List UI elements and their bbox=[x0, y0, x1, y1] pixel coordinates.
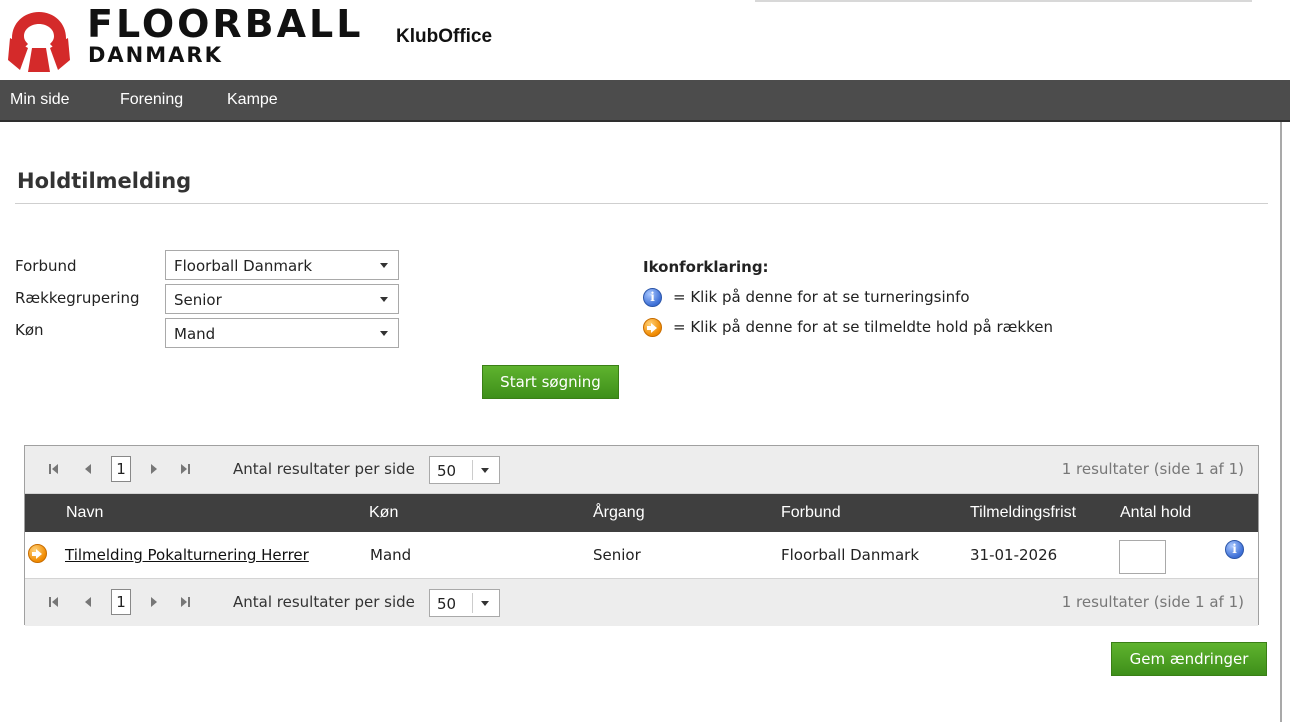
per-page-select[interactable]: 50 bbox=[429, 589, 500, 617]
koen-select[interactable]: Mand bbox=[165, 318, 399, 348]
prev-page-icon[interactable] bbox=[83, 596, 95, 608]
last-page-icon[interactable] bbox=[180, 596, 192, 608]
last-page-icon[interactable] bbox=[180, 463, 192, 475]
chevron-down-icon bbox=[380, 297, 388, 302]
first-page-icon[interactable] bbox=[49, 463, 61, 475]
info-icon: i bbox=[643, 288, 662, 307]
info-icon[interactable]: i bbox=[1225, 540, 1244, 559]
app-name: KlubOffice bbox=[396, 26, 493, 47]
top-search-line bbox=[755, 0, 1252, 2]
per-page-value: 50 bbox=[437, 595, 457, 613]
legend-arrow-text: = Klik på denne for at se tilmeldte hold… bbox=[673, 318, 1053, 336]
row-tilmeldingsfrist: 31-01-2026 bbox=[970, 546, 1058, 564]
legend-title: Ikonforklaring: bbox=[643, 258, 769, 276]
arrow-circle-icon[interactable] bbox=[28, 544, 47, 563]
header: FLOORBALL DANMARK KlubOffice bbox=[0, 0, 1290, 80]
chevron-down-icon bbox=[481, 468, 489, 473]
col-aargang[interactable]: Årgang bbox=[593, 504, 645, 522]
chevron-down-icon bbox=[380, 331, 388, 336]
title-divider bbox=[15, 203, 1268, 204]
antal-hold-input[interactable] bbox=[1119, 540, 1166, 574]
legend-info-row: i = Klik på denne for at se turneringsin… bbox=[643, 288, 970, 307]
nav-item-min-side[interactable]: Min side bbox=[10, 91, 70, 109]
chevron-down-icon bbox=[380, 263, 388, 268]
per-page-value: 50 bbox=[437, 462, 457, 480]
forbund-select-value: Floorball Danmark bbox=[174, 257, 313, 275]
raekke-label: Rækkegrupering bbox=[15, 289, 140, 307]
row-forbund: Floorball Danmark bbox=[781, 546, 920, 564]
per-page-label: Antal resultater per side bbox=[233, 460, 415, 478]
col-antal-hold[interactable]: Antal hold bbox=[1120, 504, 1191, 522]
main-nav: Min side Forening Kampe bbox=[0, 80, 1290, 122]
col-forbund[interactable]: Forbund bbox=[781, 504, 841, 522]
page-number-input[interactable]: 1 bbox=[111, 589, 131, 615]
koen-label: Køn bbox=[15, 321, 44, 339]
page-number-input[interactable]: 1 bbox=[111, 456, 131, 482]
row-navn-link[interactable]: Tilmelding Pokalturnering Herrer bbox=[65, 546, 309, 564]
brand-line2: DANMARK bbox=[88, 43, 223, 67]
per-page-label: Antal resultater per side bbox=[233, 593, 415, 611]
save-changes-button[interactable]: Gem ændringer bbox=[1111, 642, 1267, 676]
legend-arrow-row: = Klik på denne for at se tilmeldte hold… bbox=[643, 318, 1053, 337]
row-aargang: Senior bbox=[593, 546, 641, 564]
nav-item-forening[interactable]: Forening bbox=[120, 91, 183, 109]
results-grid: 1 Antal resultater per side 50 1 resulta… bbox=[24, 445, 1259, 626]
brand-line1: FLOORBALL bbox=[87, 2, 364, 46]
pager-bottom: 1 Antal resultater per side 50 1 resulta… bbox=[25, 578, 1258, 626]
col-navn[interactable]: Navn bbox=[66, 504, 103, 522]
pager-top: 1 Antal resultater per side 50 1 resulta… bbox=[25, 446, 1258, 494]
legend-info-text: = Klik på denne for at se turneringsinfo bbox=[673, 288, 970, 306]
koen-select-value: Mand bbox=[174, 325, 216, 343]
table-header: Navn Køn Årgang Forbund Tilmeldingsfrist… bbox=[25, 494, 1258, 532]
select-divider bbox=[472, 460, 473, 480]
next-page-icon[interactable] bbox=[149, 596, 161, 608]
content-right-border bbox=[1280, 122, 1282, 722]
chevron-down-icon bbox=[481, 601, 489, 606]
nav-item-kampe[interactable]: Kampe bbox=[227, 91, 278, 109]
next-page-icon[interactable] bbox=[149, 463, 161, 475]
row-koen: Mand bbox=[370, 546, 412, 564]
prev-page-icon[interactable] bbox=[83, 463, 95, 475]
pager-info: 1 resultater (side 1 af 1) bbox=[1061, 460, 1244, 478]
raekke-select-value: Senior bbox=[174, 291, 222, 309]
col-koen[interactable]: Køn bbox=[369, 504, 398, 522]
brand-wordmark: FLOORBALL DANMARK bbox=[87, 4, 364, 66]
arrow-circle-icon bbox=[643, 318, 662, 337]
col-tilmeldingsfrist[interactable]: Tilmeldingsfrist bbox=[970, 504, 1076, 522]
forbund-select[interactable]: Floorball Danmark bbox=[165, 250, 399, 280]
floorball-danmark-logo-icon[interactable] bbox=[6, 8, 72, 74]
page-title: Holdtilmelding bbox=[17, 169, 192, 193]
select-divider bbox=[472, 593, 473, 613]
first-page-icon[interactable] bbox=[49, 596, 61, 608]
pager-info: 1 resultater (side 1 af 1) bbox=[1061, 593, 1244, 611]
per-page-select[interactable]: 50 bbox=[429, 456, 500, 484]
raekke-select[interactable]: Senior bbox=[165, 284, 399, 314]
table-row: Tilmelding Pokalturnering Herrer Mand Se… bbox=[25, 532, 1258, 578]
start-search-button[interactable]: Start søgning bbox=[482, 365, 619, 399]
forbund-label: Forbund bbox=[15, 257, 77, 275]
